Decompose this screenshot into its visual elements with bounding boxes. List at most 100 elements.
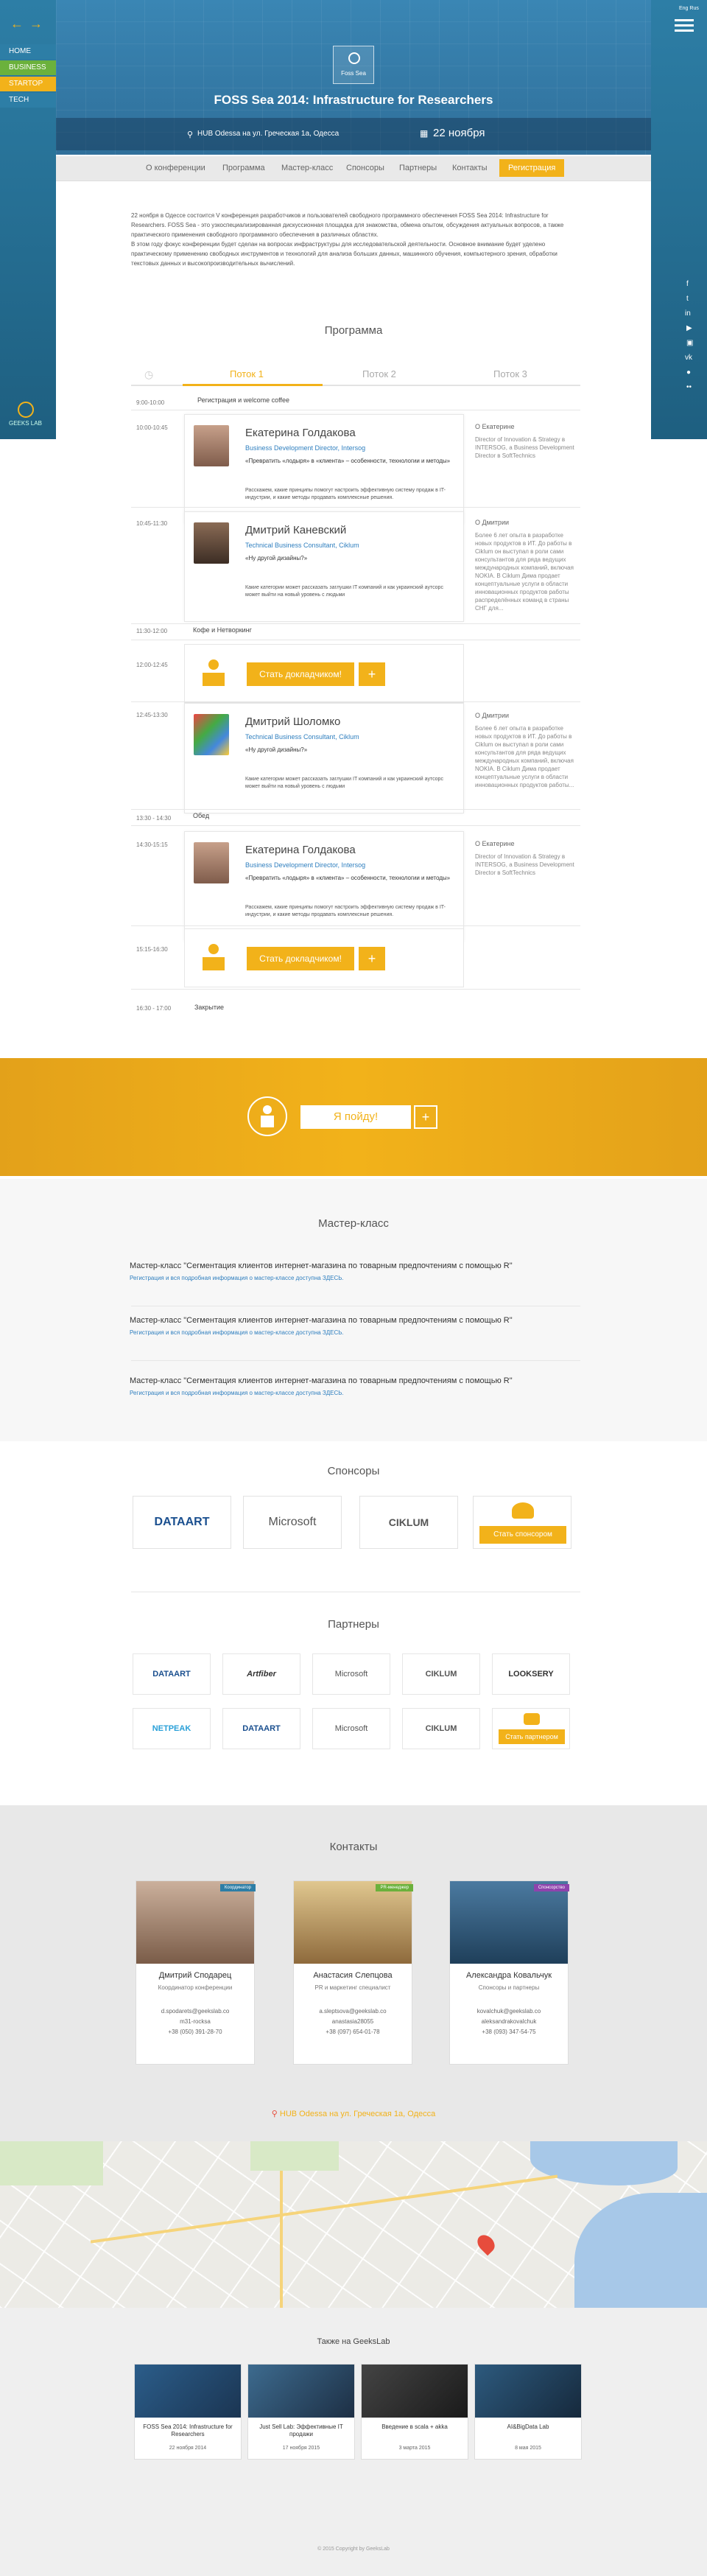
masterclass-item[interactable]: Мастер-класс "Сегментация клиентов интер… (130, 1261, 579, 1281)
partner-logo[interactable]: Microsoft (312, 1708, 390, 1749)
become-partner-button[interactable]: Стать партнером (499, 1729, 565, 1744)
contact-phone[interactable]: +38 (050) 391-28-70 (136, 2029, 254, 2035)
partner-logo[interactable]: CIKLUM (402, 1653, 480, 1695)
talk-card[interactable]: Дмитрий Каневский Technical Business Con… (184, 511, 464, 622)
contact-phone[interactable]: +38 (093) 347-54-75 (450, 2029, 568, 2035)
event-date: 22 ноября 2014 (169, 2446, 207, 2451)
sidebar-item-tech[interactable]: TECH (0, 93, 56, 108)
location-map[interactable] (0, 2141, 707, 2308)
contact-skype[interactable]: aleksandrakovalchuk (450, 2018, 568, 2025)
nav-contacts[interactable]: Контакты (452, 164, 488, 172)
contact-email[interactable]: d.spodarets@geekslab.co (136, 2008, 254, 2015)
vk-icon[interactable]: vk (685, 354, 692, 362)
hero-info-bar: ⚲ HUB Odessa на ул. Греческая 1а, Одесса… (56, 118, 651, 150)
masterclass-item[interactable]: Мастер-класс "Сегментация клиентов интер… (130, 1376, 579, 1396)
become-partner-card[interactable]: Стать партнером (492, 1708, 570, 1749)
sidebar-item-home[interactable]: HOME (0, 44, 56, 59)
masterclass-link[interactable]: Регистрация и вся подробная информация о… (130, 1329, 579, 1336)
partner-logo[interactable]: NETPEAK (133, 1708, 211, 1749)
masterclass-link[interactable]: Регистрация и вся подробная информация о… (130, 1390, 579, 1396)
arrow-right-icon[interactable]: → (29, 16, 43, 32)
nav-register-button[interactable]: Регистрация (499, 159, 565, 177)
sponsors-heading: Спонсоры (327, 1465, 380, 1477)
speaker-photo (194, 522, 229, 564)
slideshare-icon[interactable]: ● (686, 368, 691, 377)
event-card[interactable]: AI&BigData Lab 8 мая 2015 (474, 2364, 582, 2460)
partners-heading: Партнеры (328, 1618, 379, 1631)
sponsor-logo-microsoft[interactable]: Microsoft (243, 1496, 342, 1549)
flickr-icon[interactable]: •• (686, 383, 692, 391)
facebook-icon[interactable]: f (686, 280, 689, 288)
event-card[interactable]: Just Sell Lab: Эффективные IT продажи 17… (247, 2364, 355, 2460)
twitter-icon[interactable]: t (686, 295, 689, 303)
partner-logo[interactable]: DATAART (133, 1653, 211, 1695)
event-title: AI&BigData Lab (507, 2423, 549, 2430)
nav-about[interactable]: О конференции (146, 164, 205, 172)
speaker-about: О Дмитрии Более 6 лет опыта в разработке… (475, 519, 578, 612)
event-card[interactable]: Введение в scala + akka 3 марта 2015 (361, 2364, 468, 2460)
instagram-icon[interactable]: ▣ (686, 339, 693, 347)
speaker-role: Business Development Director, Intersog (245, 444, 366, 452)
about-title: О Екатерине (475, 423, 515, 430)
slot-text: Обед (193, 812, 210, 819)
left-sidebar: ← → HOME BUSINESS STARTOP TECH GEEKS LAB (0, 0, 56, 439)
hero-location: HUB Odessa на ул. Греческая 1а, Одесса (197, 130, 340, 138)
masterclass-item[interactable]: Мастер-класс "Сегментация клиентов интер… (130, 1316, 579, 1336)
plus-icon[interactable]: + (359, 662, 385, 686)
slot-time: 11:30-12:00 (136, 628, 168, 634)
speaker-name: Екатерина Голдакова (245, 844, 356, 856)
calendar-icon: ▦ (420, 128, 429, 139)
linkedin-icon[interactable]: in (685, 309, 691, 318)
become-sponsor-card[interactable]: Стать спонсором (473, 1496, 571, 1549)
menu-icon[interactable] (675, 19, 694, 21)
masterclass-link[interactable]: Регистрация и вся подробная информация о… (130, 1275, 579, 1281)
contact-phone[interactable]: +38 (097) 654-01-78 (294, 2029, 412, 2035)
slot-time: 16:30 - 17:00 (136, 1005, 172, 1012)
tab-stream-3[interactable]: Поток 3 (493, 368, 527, 379)
sidebar-item-startop[interactable]: STARTOP (0, 77, 56, 91)
masterclass-heading: Мастер-класс (318, 1217, 389, 1230)
also-heading: Также на GeeksLab (317, 2337, 390, 2346)
talk-description: Расскажем, какие принципы помогут настро… (245, 905, 446, 917)
person-icon (247, 1096, 287, 1136)
event-card[interactable]: FOSS Sea 2014: Infrastructure for Resear… (134, 2364, 242, 2460)
contacts-address: ⚲ HUB Odessa на ул. Греческая 1а, Одесса (0, 2109, 707, 2118)
talk-card[interactable]: Дмитрий Шоломко Technical Business Consu… (184, 703, 464, 813)
tab-stream-2[interactable]: Поток 2 (362, 368, 396, 379)
about-title: О Екатерине (475, 840, 515, 847)
speaker-about: О Дмитрии Более 6 лет опыта в разработке… (475, 712, 578, 789)
language-switch[interactable]: Eng Rus (679, 6, 699, 11)
contact-email[interactable]: kovalchuk@geekslab.co (450, 2008, 568, 2015)
speaker-photo (194, 714, 229, 755)
speaker-about: О Екатерине Director of Innovation & Str… (475, 840, 578, 877)
become-speaker-row: Стать докладчиком! + (184, 928, 464, 987)
contact-skype[interactable]: m31-rocksa (136, 2018, 254, 2025)
plus-icon[interactable]: + (359, 947, 385, 970)
slot-time: 15:15-16:30 (136, 946, 168, 953)
event-image (362, 2365, 468, 2418)
foss-sea-logo-icon (348, 52, 360, 64)
partner-logo[interactable]: DATAART (222, 1708, 300, 1749)
slot-time: 12:45-13:30 (136, 712, 168, 718)
going-button[interactable]: Я пойду! (300, 1105, 411, 1129)
plus-icon[interactable]: + (414, 1105, 437, 1129)
sponsor-logo-ciklum[interactable]: CIKLUM (359, 1496, 458, 1549)
nav-program[interactable]: Программа (222, 164, 265, 172)
become-speaker-button[interactable]: Стать докладчиком! (247, 662, 354, 686)
partner-logo[interactable]: CIKLUM (402, 1708, 480, 1749)
nav-sponsors[interactable]: Спонсоры (346, 164, 384, 172)
nav-masterclass[interactable]: Мастер-класс (281, 164, 333, 172)
contact-email[interactable]: a.sleptsova@geekslab.co (294, 2008, 412, 2015)
become-sponsor-button[interactable]: Стать спонсором (479, 1526, 566, 1544)
contact-skype[interactable]: anastasia28055 (294, 2018, 412, 2025)
talk-card[interactable]: Екатерина Голдакова Business Development… (184, 414, 464, 525)
become-speaker-button[interactable]: Стать докладчиком! (247, 947, 354, 970)
partner-logo[interactable]: Artfiber (222, 1653, 300, 1695)
partner-logo[interactable]: LOOKSERY (492, 1653, 570, 1695)
partner-logo[interactable]: Microsoft (312, 1653, 390, 1695)
arrow-left-icon[interactable]: ← (10, 16, 24, 32)
sponsor-logo-dataart[interactable]: DATAART (133, 1496, 231, 1549)
nav-partners[interactable]: Партнеры (399, 164, 437, 172)
tab-stream-1[interactable]: Поток 1 (230, 368, 264, 379)
sidebar-item-business[interactable]: BUSINESS (0, 60, 56, 75)
